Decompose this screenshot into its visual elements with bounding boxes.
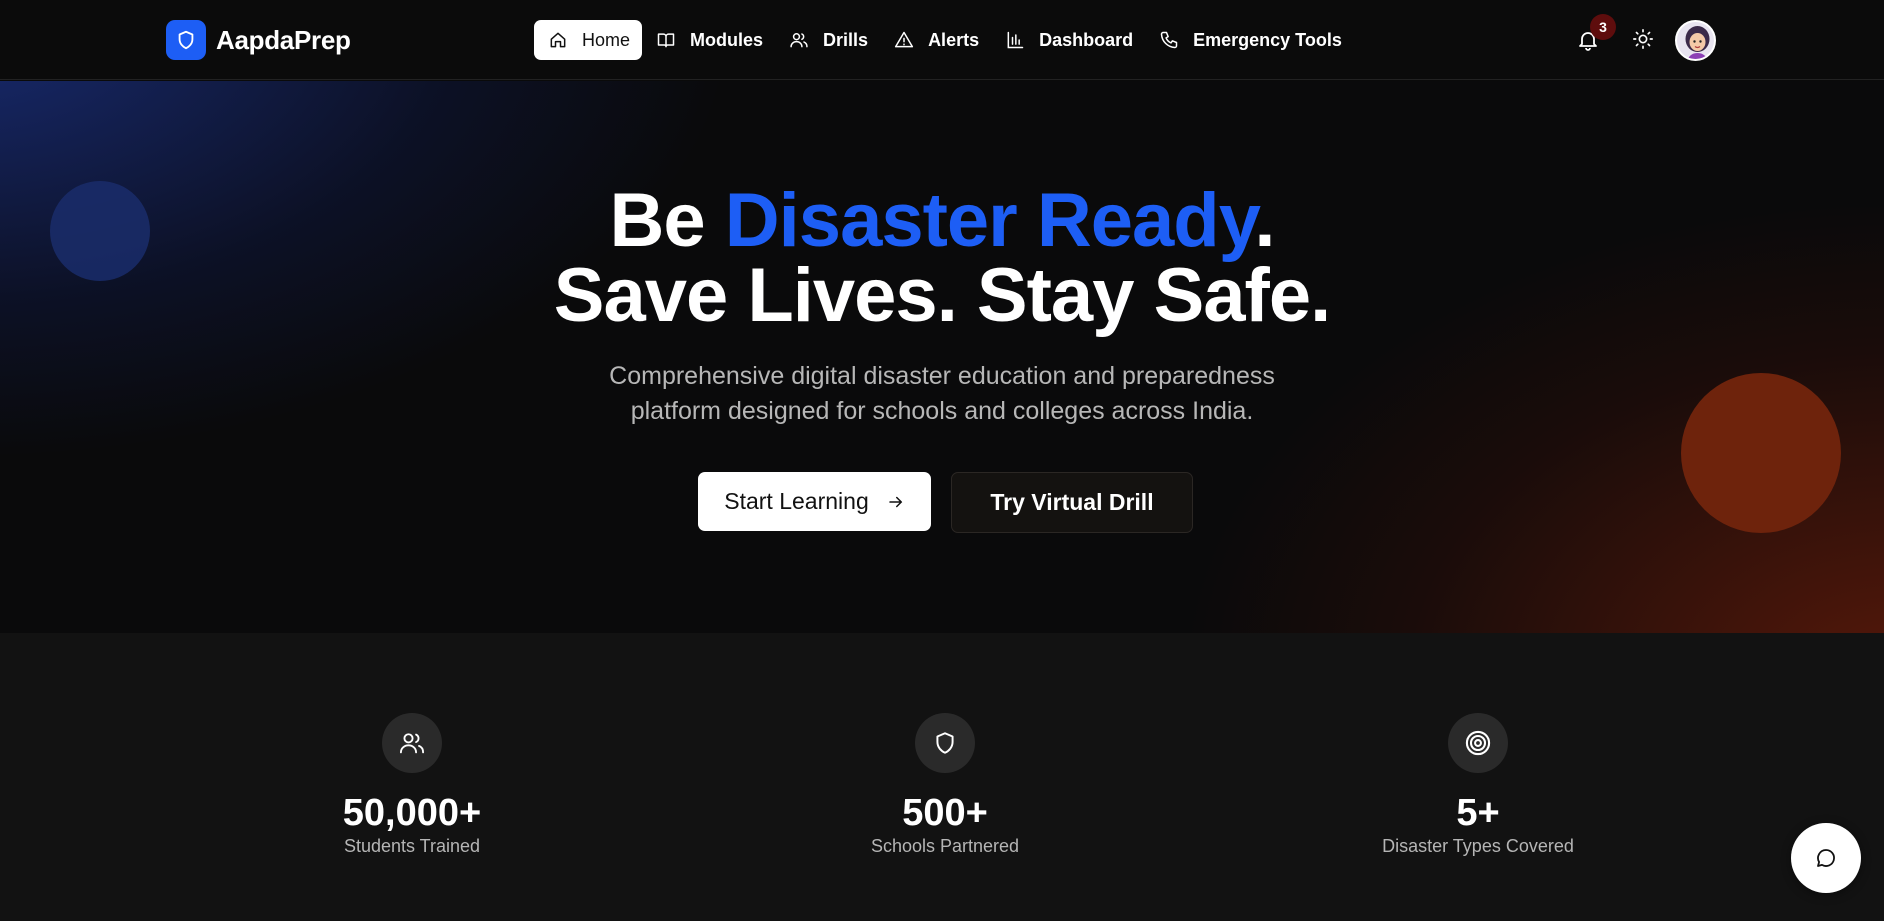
nav-item-label: Home	[582, 29, 631, 50]
try-virtual-drill-button[interactable]: Try Virtual Drill	[951, 472, 1193, 533]
main-nav: Home Modules Drills Alerts Dashboard Eme…	[534, 20, 1354, 60]
home-icon	[550, 32, 566, 48]
hero-title-line2: Save Lives. Stay Safe.	[553, 253, 1331, 338]
nav-item-home[interactable]: Home	[534, 20, 643, 60]
nav-item-dashboard[interactable]: Dashboard	[993, 20, 1145, 60]
chat-icon	[1817, 849, 1835, 867]
stat-label: Schools Partnered	[870, 836, 1020, 856]
alert-triangle-icon	[894, 31, 914, 48]
stat-label: Disaster Types Covered	[1382, 836, 1574, 856]
hero-title-accent: Disaster Ready	[724, 178, 1256, 263]
hero-title: Be Disaster Ready.	[609, 178, 1276, 263]
brand-name: AapdaPrep	[216, 24, 351, 55]
nav-item-emergency-tools[interactable]: Emergency Tools	[1147, 20, 1354, 60]
top-navbar: AapdaPrep Home Modules Drills Alerts Das…	[0, 0, 1884, 80]
nav-item-label: Drills	[823, 29, 869, 50]
bar-chart-icon	[1007, 31, 1024, 49]
notification-badge: 3	[1590, 14, 1616, 40]
decorative-circle	[1681, 373, 1841, 533]
nav-item-label: Alerts	[928, 29, 980, 50]
stat-value: 50,000+	[342, 792, 482, 834]
nav-item-drills[interactable]: Drills	[777, 20, 880, 60]
brand[interactable]: AapdaPrep	[166, 20, 351, 60]
stat-schools: 500+ Schools Partnered	[765, 713, 1125, 857]
nav-item-label: Modules	[690, 29, 764, 50]
nav-item-alerts[interactable]: Alerts	[882, 20, 991, 60]
stat-students: 50,000+ Students Trained	[232, 713, 592, 857]
phone-icon	[1160, 31, 1178, 49]
start-learning-label: Start Learning	[724, 488, 869, 514]
book-icon	[657, 33, 675, 48]
avatar[interactable]	[1675, 20, 1716, 61]
hero-subtitle: Comprehensive digital disaster education…	[609, 362, 1275, 425]
shield-icon	[915, 713, 975, 773]
start-learning-button[interactable]: Start Learning	[698, 472, 931, 531]
shield-icon	[166, 20, 206, 60]
arrow-right-icon	[888, 496, 903, 507]
nav-item-label: Dashboard	[1039, 29, 1134, 50]
chat-button[interactable]	[1791, 823, 1861, 893]
users-icon	[790, 33, 808, 48]
target-icon	[1448, 713, 1508, 773]
stat-value: 5+	[1456, 792, 1500, 834]
hero-section: Be Disaster Ready. Save Lives. Stay Safe…	[0, 81, 1884, 633]
nav-item-modules[interactable]: Modules	[644, 20, 775, 60]
nav-item-label: Emergency Tools	[1193, 29, 1342, 50]
sun-icon[interactable]	[1632, 28, 1654, 50]
stat-disaster-types: 5+ Disaster Types Covered	[1298, 713, 1658, 857]
users-icon	[382, 713, 442, 773]
stats-section: 50,000+ Students Trained 500+ Schools Pa…	[0, 633, 1884, 921]
stat-value: 500+	[902, 792, 988, 834]
stat-label: Students Trained	[343, 836, 481, 856]
